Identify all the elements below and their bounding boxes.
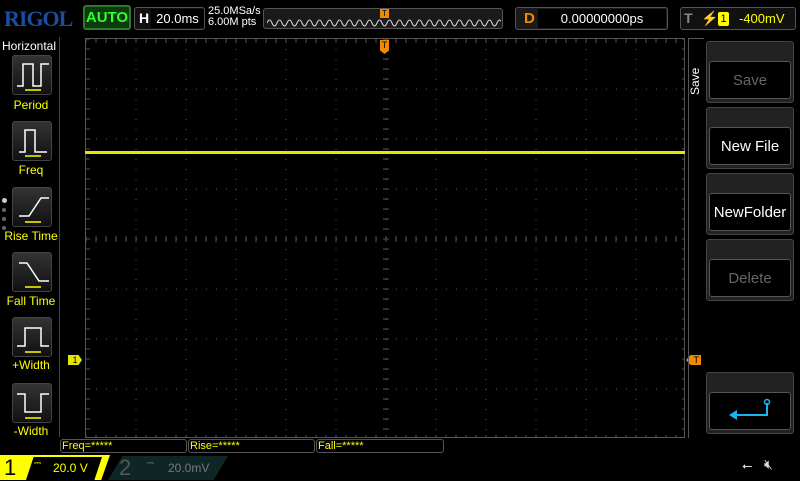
measurement-rise: Rise=***** xyxy=(188,439,315,453)
ch1-number: 1 xyxy=(4,455,17,480)
timebase-value: 20.0ms xyxy=(151,9,204,28)
timebase-box[interactable]: H 20.0ms xyxy=(134,7,205,30)
menu-new-file-button[interactable]: New File xyxy=(706,107,794,169)
ch2-number: 2 xyxy=(119,455,132,480)
page-dot-active xyxy=(2,198,7,203)
measure-label: -Width xyxy=(13,424,49,438)
menu-button-label: Save xyxy=(709,61,791,99)
period-icon xyxy=(17,63,49,91)
page-dot xyxy=(2,226,6,230)
memory-overview: T xyxy=(263,8,503,29)
trigger-source: 1 xyxy=(718,12,729,26)
measure-label: Fall Time xyxy=(6,294,56,308)
rise-time-icon xyxy=(19,197,49,223)
menu-button-label: New File xyxy=(709,127,791,165)
ch2-scale: 20.0mV xyxy=(168,461,210,475)
measure-label: Freq xyxy=(18,163,44,177)
menu-save-button[interactable]: Save xyxy=(706,41,794,103)
fall-time-icon xyxy=(19,262,49,288)
page-dot xyxy=(2,208,6,212)
measure-label: Period xyxy=(13,98,49,112)
measurement-freq: Freq=***** xyxy=(60,439,187,453)
h-label: H xyxy=(139,10,150,26)
trigger-level: -400mV xyxy=(739,11,785,26)
back-button[interactable] xyxy=(706,372,794,434)
delay-box[interactable]: D 0.00000000ps xyxy=(515,7,668,30)
menu-newfolder-button[interactable]: NewFolder xyxy=(706,173,794,235)
measure-period-button[interactable] xyxy=(12,55,52,95)
t-label: T xyxy=(684,10,693,26)
measure-freq-button[interactable] xyxy=(12,121,52,161)
d-label: D xyxy=(524,10,535,27)
delay-value: 0.00000000ps xyxy=(538,9,666,28)
menu-button-label: Delete xyxy=(709,259,791,297)
menu-delete-button[interactable]: Delete xyxy=(706,239,794,301)
trigger-box[interactable]: T ⚡ 1 -400mV xyxy=(680,7,796,30)
measure-fall-time-button[interactable] xyxy=(12,252,52,292)
menu-button-label: NewFolder xyxy=(709,193,791,231)
waveform-grid xyxy=(85,38,685,438)
acquisition-info: 25.0MSa/s 6.00M pts xyxy=(208,6,261,28)
waveform-overview-icon xyxy=(267,19,501,27)
return-arrow-icon xyxy=(709,392,791,430)
dc-coupling-icon: ⎓ xyxy=(34,458,42,468)
dc-coupling-icon: ⎓ xyxy=(147,458,155,468)
ch1-trace xyxy=(85,151,685,154)
positive-width-icon xyxy=(17,327,49,353)
freq-icon xyxy=(19,129,47,157)
speaker-muted-icon[interactable]: 🔇︎ xyxy=(764,456,773,473)
usb-icon: ⭠ xyxy=(742,458,753,473)
trigger-position-marker: T xyxy=(380,9,389,18)
rising-edge-icon: ⚡ xyxy=(701,10,719,26)
ch1-scale: 20.0 V xyxy=(53,461,88,475)
memory-depth: 6.00M pts xyxy=(208,16,257,28)
run-mode-button[interactable]: AUTO xyxy=(83,5,131,30)
measurement-fall: Fall=***** xyxy=(316,439,444,453)
measure-rise-time-button[interactable] xyxy=(12,187,52,227)
measure--width-button[interactable] xyxy=(12,383,52,423)
menu-title: Save xyxy=(688,67,702,95)
sidebar-title: Horizontal xyxy=(2,39,57,53)
measure-label: +Width xyxy=(12,358,50,372)
measure--width-button[interactable] xyxy=(12,317,52,357)
negative-width-icon xyxy=(17,393,49,419)
menu-tab xyxy=(688,38,704,438)
ch1-offset-marker[interactable]: 1 xyxy=(68,355,82,365)
page-dot xyxy=(2,217,6,221)
rigol-logo: RIGOL xyxy=(4,6,73,31)
measure-label: Rise Time xyxy=(4,229,58,243)
